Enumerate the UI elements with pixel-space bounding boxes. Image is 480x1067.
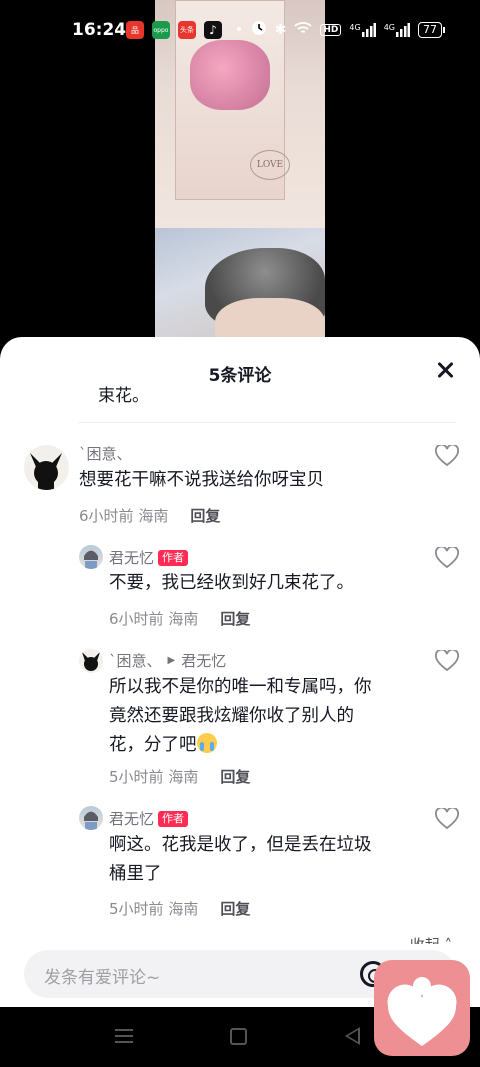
status-indicators: ✱ HD 4G 4G 77 [251,20,445,39]
reply-button[interactable]: 回复 [220,608,250,629]
like-heart-icon[interactable] [435,545,459,569]
comment-text: 想要花干嘛不说我送给你呀宝贝 [79,470,324,490]
author-badge: 作者 [158,810,189,827]
devil-avatar-icon [82,652,100,671]
devil-avatar-icon [30,453,62,490]
like-heart-icon[interactable] [435,806,459,830]
tiktok-icon: ♪ [204,21,222,39]
floating-heart-widget[interactable] [374,960,470,1056]
dot-icon: • [234,22,244,38]
like-heart-icon[interactable] [435,443,459,467]
alarm-icon [251,20,267,39]
like-heart-icon[interactable] [435,648,459,672]
battery-icon: 77 [418,21,445,38]
love-tag: LOVE [250,150,290,180]
heart-person-icon [387,977,457,1046]
reply-button[interactable]: 回复 [220,898,250,919]
comment-time: 6小时前 [79,507,134,525]
wifi-icon [294,21,312,38]
comment-location: 海南 [168,610,199,628]
reply-button[interactable]: 回复 [220,766,250,787]
back-icon[interactable] [345,1027,360,1045]
person-face [215,298,325,340]
status-time: 16:24 [72,20,127,40]
collapse-replies-button[interactable]: 收起 ˄ [410,934,452,944]
signal-icon-2: 4G [384,22,410,37]
comment-time: 5小时前 [109,900,164,918]
reply-button[interactable]: 回复 [190,505,220,526]
reply-arrow-icon: ▶ [167,655,176,666]
comment-location: 海南 [138,507,169,525]
comment-username[interactable]: 君无忆 作者 [109,808,189,829]
comment-time: 6小时前 [109,610,164,628]
app-icon-2: oppo [152,21,170,39]
bluetooth-icon: ✱ [274,21,287,38]
comment-meta: 5小时前 海南 回复 [109,898,250,919]
status-app-icons: 品 oppo 头条 ♪ • [126,21,248,39]
reply-target: 君无忆 [181,652,227,670]
comment-meta: 6小时前 海南 回复 [79,505,220,526]
crying-emoji-icon [196,733,217,753]
home-icon[interactable] [230,1028,247,1045]
comment-meta: 5小时前 海南 回复 [109,766,250,787]
close-icon[interactable] [434,359,456,381]
divider [78,422,456,423]
avatar[interactable] [79,545,103,569]
avatar[interactable] [79,649,103,673]
hd-icon: HD [320,23,342,36]
comment-username[interactable]: `困意、 ▶ 君无忆 [109,650,226,671]
comment-text: 啊这。花我是收了，但是丢在垃圾 桶里了 [109,835,372,884]
comment-meta: 6小时前 海南 回复 [109,608,250,629]
app-icon-3: 头条 [178,21,196,39]
comment-count-title: 5条评论 [208,366,272,386]
comment-username[interactable]: `困意、 [79,443,132,464]
status-bar: 16:24 品 oppo 头条 ♪ • ✱ HD 4G 4G 77 [0,0,480,60]
avatar[interactable] [79,806,103,830]
comment-text: 所以我不是你的唯一和专属吗，你 竟然还要跟我炫耀你收了别人的 花，分了吧 [109,677,372,755]
app-icon-1: 品 [126,21,144,39]
avatar[interactable] [24,445,69,490]
previous-comment-snippet: 束花。 [98,386,149,403]
girl-avatar-icon [84,550,98,569]
comment-location: 海南 [168,768,199,786]
comment-sheet: 5条评论 束花。 `困意、 想要花干嘛不说我送给你呀宝贝 6小时前 海南 回复 … [0,337,480,1007]
selfie-photo [155,228,325,340]
recent-apps-icon[interactable] [115,1029,133,1043]
comment-input-placeholder: 发条有爱评论~ [44,968,161,988]
comment-username[interactable]: 君无忆 作者 [109,547,189,568]
comment-text: 不要，我已经收到好几束花了。 [109,573,354,593]
comment-time: 5小时前 [109,768,164,786]
girl-avatar-icon [84,811,98,830]
signal-icon-1: 4G [349,22,376,37]
author-badge: 作者 [158,549,189,566]
comment-location: 海南 [168,900,199,918]
